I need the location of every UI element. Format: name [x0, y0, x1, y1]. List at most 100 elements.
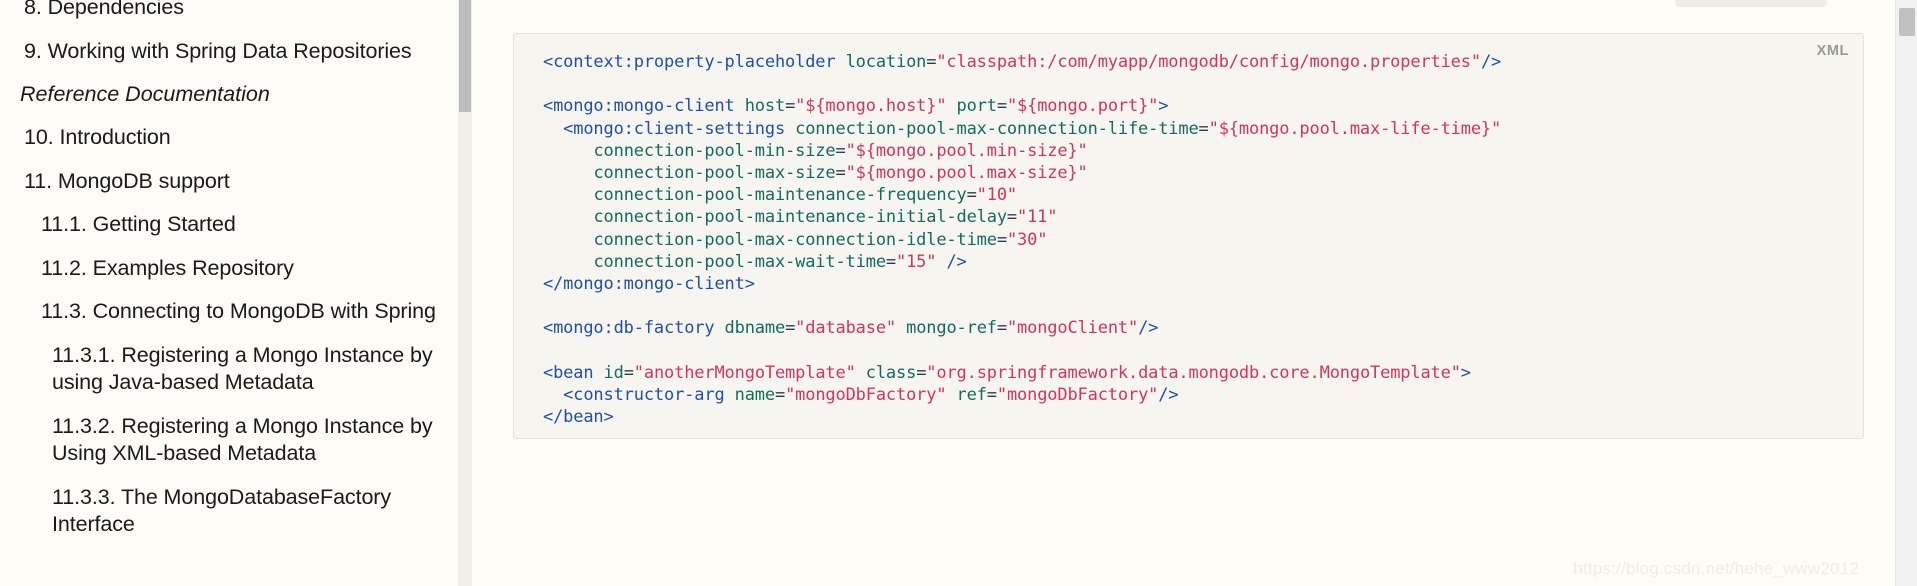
code-token-pn — [946, 385, 956, 405]
code-token-st: "mongoClient" — [1006, 318, 1139, 339]
browser-scrollbar[interactable] — [1895, 0, 1917, 586]
code-token-tn: connection-pool-max-connection-idle-time — [593, 229, 997, 250]
code-token-pn — [543, 163, 593, 183]
code-token-tg: </bean> — [543, 407, 614, 428]
code-token-tn: connection-pool-max-connection-life-time — [795, 118, 1199, 139]
code-token-st: "${mongo.port}" — [1006, 96, 1159, 117]
code-token-eq: = — [774, 385, 786, 406]
code-token-tn: connection-pool-maintenance-frequency — [593, 185, 967, 206]
code-token-pn — [936, 252, 946, 272]
code-token-st: "anotherMongoTemplate" — [633, 362, 856, 383]
code-token-pn — [785, 119, 795, 139]
code-token-st: "${mongo.pool.max-life-time}" — [1208, 118, 1502, 139]
code-token-tg: /> — [946, 251, 967, 272]
code-token-tg: <constructor-arg — [563, 385, 725, 406]
code-token-pn — [543, 119, 563, 139]
toc-link[interactable]: 11.3.1. Registering a Mongo Instance by … — [0, 334, 472, 405]
code-token-st: "${mongo.pool.min-size}" — [845, 140, 1088, 161]
code-token-st: "11" — [1017, 207, 1058, 228]
code-token-eq: = — [835, 163, 846, 184]
browser-scrollbar-thumb[interactable] — [1899, 8, 1915, 36]
toc-link[interactable]: 11.3.2. Registering a Mongo Instance by … — [0, 405, 472, 476]
code-token-tg: <context:property-placeholder — [543, 52, 836, 72]
code-content[interactable]: <context:property-placeholder location="… — [514, 34, 1863, 428]
code-token-eq: = — [785, 318, 796, 339]
code-token-tg: > — [1460, 362, 1471, 383]
toc-link[interactable]: 11.1. Getting Started — [0, 203, 472, 247]
code-token-eq: = — [926, 52, 937, 72]
code-token-tn: host — [744, 96, 786, 117]
code-token-eq: = — [996, 96, 1007, 117]
toc-link[interactable]: 11.3.3. The MongoDatabaseFactory Interfa… — [0, 476, 472, 547]
code-token-tg: <mongo:db-factory — [543, 318, 715, 339]
toc-link[interactable]: 8. Dependencies — [0, 0, 472, 30]
code-token-st: "15" — [896, 251, 937, 272]
code-token-pn — [543, 141, 593, 161]
code-token-tn: connection-pool-max-wait-time — [593, 251, 886, 272]
code-token-eq: = — [996, 229, 1007, 250]
code-token-tn: name — [734, 385, 775, 406]
clipped-button-above[interactable] — [1675, 0, 1827, 7]
code-token-st: "${mongo.pool.max-size}" — [845, 163, 1088, 184]
code-token-pn — [543, 252, 593, 272]
code-token-tn: location — [845, 52, 927, 72]
code-token-eq: = — [1006, 207, 1018, 228]
code-token-pn — [896, 318, 906, 338]
code-token-tg: </mongo:mongo-client> — [543, 274, 755, 295]
code-token-pn — [543, 207, 593, 227]
code-language-label: XML — [1816, 43, 1849, 59]
code-token-eq: = — [1198, 118, 1209, 139]
code-token-pn — [725, 385, 735, 405]
toc-sidebar[interactable]: 8. Dependencies 9. Working with Spring Da… — [0, 0, 472, 586]
code-token-tg: /> — [1158, 385, 1179, 406]
code-token-eq: = — [835, 140, 846, 161]
documentation-page: 8. Dependencies 9. Working with Spring Da… — [0, 0, 1917, 586]
code-token-st: "mongoDbFactory" — [785, 385, 947, 406]
code-token-pn — [543, 230, 593, 250]
code-token-tn: connection-pool-min-size — [593, 140, 836, 161]
xml-code-listing: XML <context:property-placeholder locati… — [513, 33, 1864, 439]
code-token-st: "database" — [795, 318, 897, 339]
code-token-pn — [946, 96, 956, 116]
code-token-eq: = — [623, 362, 634, 383]
code-token-pn — [714, 318, 724, 338]
watermark-text: https://blog.csdn.net/hehe_www2012 — [1573, 559, 1859, 578]
code-token-tn: ref — [956, 385, 987, 406]
code-token-tn: class — [865, 362, 917, 383]
toc-link[interactable]: 9. Working with Spring Data Repositories — [0, 30, 472, 74]
code-token-tn: port — [956, 96, 997, 117]
code-token-st: "classpath:/com/myapp/mongodb/config/mon… — [936, 52, 1481, 72]
sidebar-scrollbar[interactable] — [458, 0, 472, 586]
code-token-eq: = — [916, 362, 927, 383]
code-token-tn: mongo-ref — [906, 318, 997, 339]
code-token-eq: = — [986, 385, 997, 406]
sidebar-scrollbar-thumb[interactable] — [459, 0, 471, 112]
code-token-eq: = — [996, 318, 1007, 339]
clipped-paragraph-above — [540, 0, 1797, 10]
code-token-st: "org.springframework.data.mongodb.core.M… — [926, 362, 1461, 383]
code-token-pn — [835, 52, 845, 72]
code-token-st: "10" — [976, 185, 1018, 206]
code-token-st: "30" — [1006, 229, 1048, 250]
toc-section-heading: Reference Documentation — [20, 82, 270, 107]
code-token-tg: <mongo:client-settings — [563, 118, 786, 139]
code-token-eq: = — [966, 185, 977, 206]
code-token-pn — [543, 185, 593, 205]
main-content: XML <context:property-placeholder locati… — [472, 0, 1917, 586]
toc-link[interactable]: 11.3. Connecting to MongoDB with Spring — [0, 290, 472, 334]
code-token-tn: dbname — [724, 318, 786, 339]
code-token-pn — [543, 385, 563, 405]
code-token-tg: /> — [1480, 52, 1502, 72]
toc-link[interactable]: 11.2. Examples Repository — [0, 247, 472, 291]
code-token-eq: = — [885, 251, 896, 272]
code-token-tn: connection-pool-max-size — [593, 163, 836, 184]
toc-link[interactable]: 10. Introduction — [0, 116, 472, 160]
toc-link[interactable]: 11. MongoDB support — [0, 160, 472, 204]
code-token-st: "mongoDbFactory" — [996, 385, 1159, 406]
code-token-tg: /> — [1138, 318, 1159, 339]
code-token-tg: <mongo:mongo-client — [543, 96, 735, 117]
code-token-eq: = — [785, 96, 796, 117]
code-token-tn: id — [603, 362, 624, 383]
code-token-pn — [593, 363, 603, 383]
code-token-tn: connection-pool-maintenance-initial-dela… — [593, 207, 1007, 228]
